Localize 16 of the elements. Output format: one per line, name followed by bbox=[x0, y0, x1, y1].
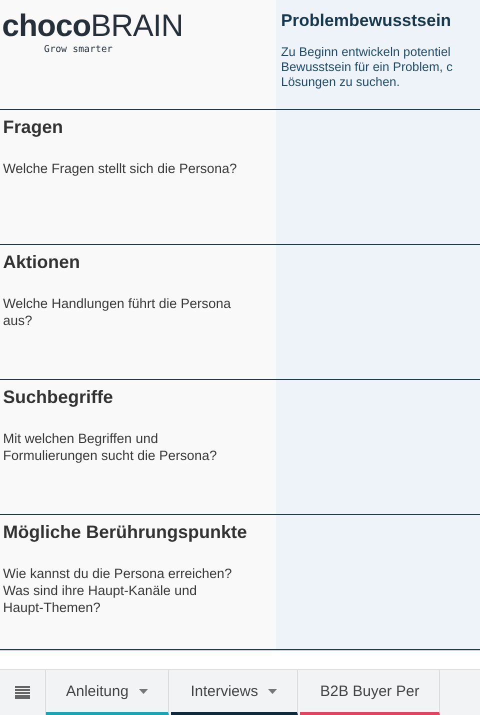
logo-tagline: Grow smarter bbox=[44, 44, 114, 55]
sheet-tab[interactable]: Anleitung bbox=[46, 670, 169, 715]
row-title: Suchbegriffe bbox=[3, 387, 114, 408]
row-title: Aktionen bbox=[3, 252, 82, 273]
menu-icon bbox=[15, 686, 30, 699]
row-title: Mögliche Berührungspunkte bbox=[3, 522, 248, 543]
row-question: Wie kannst du die Persona erreichen? Was sind ihre Haupt-Kanäle und Haupt-Themen? bbox=[3, 565, 233, 616]
row-question: Mit welchen Begriffen und Formulierungen sucht die Persona? bbox=[3, 430, 218, 464]
sheet-tab[interactable]: B2B Buyer Per bbox=[300, 670, 440, 715]
row-question: Welche Handlungen führt die Persona aus? bbox=[3, 295, 232, 329]
row-question: Welche Fragen stellt sich die Persona? bbox=[3, 160, 238, 177]
stage-title: Problembewusstsein bbox=[281, 11, 452, 31]
sheet-tab[interactable]: Interviews bbox=[170, 670, 298, 715]
logo-wordmark: chocoBRAIN bbox=[2, 10, 184, 41]
stage-description: Zu Beginn entwickeln potentiel Bewusstsein für ein Problem, c Lösungen zu suchen. bbox=[281, 45, 454, 90]
row-title: Fragen bbox=[3, 117, 64, 138]
